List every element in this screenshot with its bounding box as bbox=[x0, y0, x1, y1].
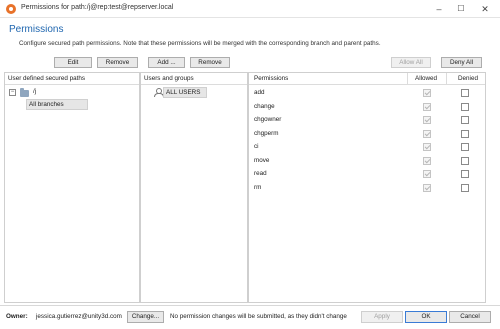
permission-name: chgowner bbox=[254, 116, 282, 123]
remove-path-button[interactable]: Remove bbox=[97, 57, 138, 68]
denied-checkbox[interactable] bbox=[461, 183, 469, 192]
close-button[interactable]: ✕ bbox=[474, 2, 496, 16]
denied-checkbox[interactable] bbox=[461, 102, 469, 111]
permissions-header-row: Permissions Allowed Denied bbox=[249, 73, 485, 85]
allowed-checkbox bbox=[423, 143, 431, 151]
ok-button[interactable]: OK bbox=[405, 311, 447, 323]
permission-row: rm bbox=[249, 182, 485, 195]
permission-row: move bbox=[249, 155, 485, 168]
allowed-checkbox bbox=[423, 170, 431, 178]
allowed-checkbox bbox=[423, 102, 431, 111]
allowed-checkbox bbox=[423, 156, 431, 165]
change-owner-button[interactable]: Change... bbox=[127, 311, 164, 323]
permission-row: chgperm bbox=[249, 128, 485, 141]
permission-name: move bbox=[254, 156, 270, 164]
column-divider bbox=[407, 73, 408, 85]
window-title: Permissions for path:/j@rep:test@repserv… bbox=[21, 4, 174, 11]
permissions-column-header: Permissions bbox=[254, 75, 289, 82]
secured-paths-panel: User defined secured paths − /j All bran… bbox=[4, 72, 140, 303]
denied-checkbox[interactable] bbox=[461, 156, 469, 165]
deny-all-button[interactable]: Deny All bbox=[441, 57, 482, 68]
cancel-button[interactable]: Cancel bbox=[449, 311, 491, 323]
owner-label: Owner: bbox=[6, 313, 28, 320]
path-tree-node[interactable]: − /j bbox=[9, 88, 129, 98]
denied-checkbox[interactable] bbox=[461, 143, 469, 151]
permission-name: add bbox=[254, 89, 265, 96]
allowed-checkbox bbox=[423, 129, 431, 138]
permission-name: rm bbox=[254, 183, 262, 191]
path-label: /j bbox=[33, 88, 37, 95]
page-description: Configure secured path permissions. Note… bbox=[19, 40, 381, 47]
maximize-button[interactable]: ☐ bbox=[450, 2, 472, 16]
branch-item-all-branches[interactable]: All branches bbox=[26, 99, 88, 110]
allowed-column-header: Allowed bbox=[415, 75, 438, 82]
permission-row: ci bbox=[249, 141, 485, 154]
permission-name: change bbox=[254, 102, 275, 110]
remove-user-button[interactable]: Remove bbox=[190, 57, 230, 68]
denied-column-header: Denied bbox=[458, 75, 478, 82]
dialog-footer: Owner: jessica.gutierrez@unity3d.com Cha… bbox=[0, 305, 500, 329]
status-message: No permission changes will be submitted,… bbox=[170, 313, 347, 320]
permission-name: chgperm bbox=[254, 129, 279, 137]
page-title: Permissions bbox=[9, 24, 64, 35]
edit-path-button[interactable]: Edit bbox=[54, 57, 92, 68]
permission-name: read bbox=[254, 170, 267, 177]
permission-row: change bbox=[249, 101, 485, 114]
allowed-checkbox bbox=[423, 183, 431, 192]
denied-checkbox[interactable] bbox=[461, 129, 469, 138]
permission-row: read bbox=[249, 168, 485, 181]
allowed-checkbox bbox=[423, 89, 431, 97]
app-logo-icon bbox=[6, 4, 16, 14]
allowed-checkbox bbox=[423, 116, 431, 124]
permission-name: ci bbox=[254, 143, 259, 150]
denied-checkbox[interactable] bbox=[461, 170, 469, 178]
denied-checkbox[interactable] bbox=[461, 116, 469, 124]
folder-icon bbox=[20, 88, 29, 97]
apply-button[interactable]: Apply bbox=[361, 311, 403, 323]
user-group-icon bbox=[154, 88, 164, 97]
users-groups-panel: Users and groups ALL USERS bbox=[140, 72, 248, 303]
user-item-all-users[interactable]: ALL USERS bbox=[163, 87, 207, 98]
users-groups-header: Users and groups bbox=[141, 73, 247, 85]
secured-paths-header: User defined secured paths bbox=[5, 73, 139, 85]
permissions-panel: Permissions Allowed Denied add change ch… bbox=[248, 72, 486, 303]
owner-value: jessica.gutierrez@unity3d.com bbox=[36, 313, 122, 320]
add-user-button[interactable]: Add ... bbox=[148, 57, 185, 68]
collapse-toggle-icon[interactable]: − bbox=[9, 89, 16, 96]
window-titlebar: Permissions for path:/j@rep:test@repserv… bbox=[0, 0, 500, 18]
permission-row: add bbox=[249, 87, 485, 100]
allow-all-button[interactable]: Allow All bbox=[391, 57, 431, 68]
permission-row: chgowner bbox=[249, 114, 485, 127]
column-divider bbox=[446, 73, 447, 85]
minimize-button[interactable]: – bbox=[428, 2, 450, 16]
denied-checkbox[interactable] bbox=[461, 89, 469, 97]
